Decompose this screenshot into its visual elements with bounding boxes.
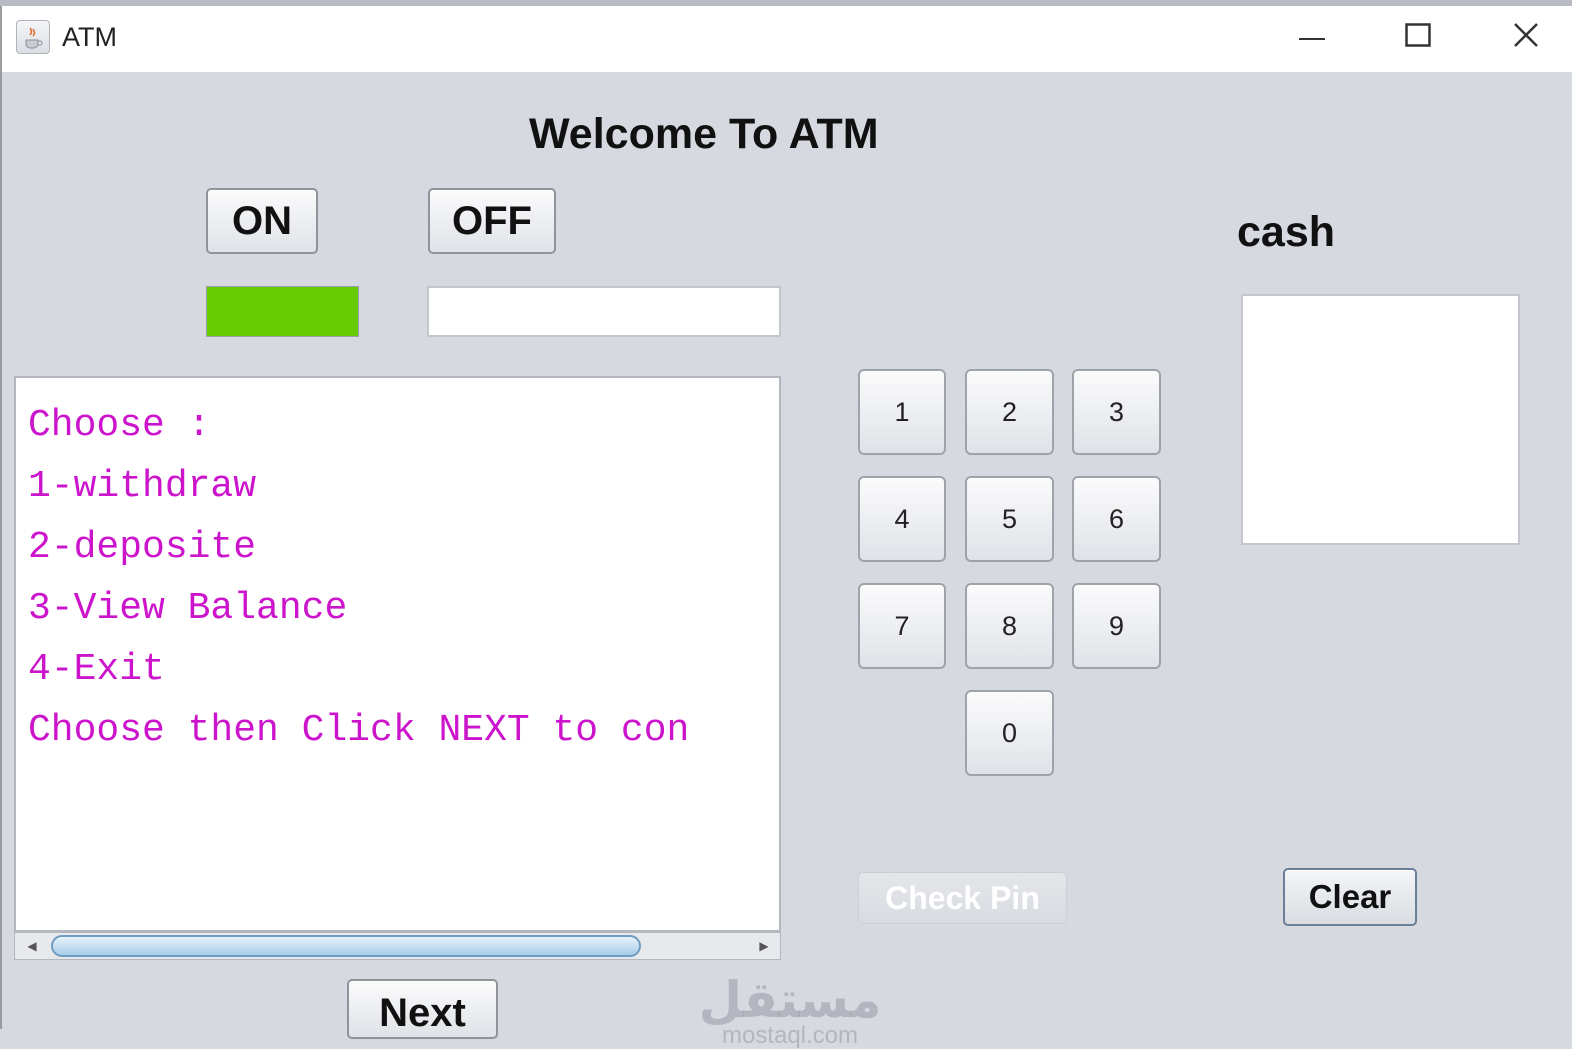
- watermark: مستقل mostaql.com: [690, 971, 890, 1049]
- horizontal-scrollbar[interactable]: ◀ ▶: [14, 932, 781, 960]
- page-title: Welcome To ATM: [529, 110, 879, 158]
- next-button[interactable]: Next: [347, 979, 498, 1039]
- on-button[interactable]: ON: [206, 188, 318, 254]
- atm-panel: Welcome To ATM ON OFF Choose : 1-withdraw…: [0, 72, 1572, 1049]
- keypad-key-2[interactable]: 2: [965, 369, 1054, 455]
- screen-line: 1-withdraw: [28, 465, 257, 508]
- pin-display-field[interactable]: [427, 286, 781, 337]
- scrollbar-thumb[interactable]: [51, 935, 641, 957]
- keypad-key-3[interactable]: 3: [1072, 369, 1161, 455]
- maximize-button[interactable]: [1388, 12, 1448, 62]
- title-bar[interactable]: ATM: [0, 6, 1572, 72]
- keypad-key-8[interactable]: 8: [965, 583, 1054, 669]
- keypad-key-5[interactable]: 5: [965, 476, 1054, 562]
- off-button[interactable]: OFF: [428, 188, 556, 254]
- screen-line: Choose :: [28, 404, 211, 447]
- close-icon: [1513, 22, 1539, 53]
- scroll-left-icon[interactable]: ◀: [21, 935, 43, 957]
- watermark-logo: مستقل: [698, 971, 882, 1029]
- keypad-key-4[interactable]: 4: [858, 476, 946, 562]
- window-title: ATM: [62, 22, 117, 52]
- screen-text: Choose : 1-withdraw 2-deposite 3-View Balan…: [28, 400, 689, 766]
- clear-button[interactable]: Clear: [1283, 868, 1417, 926]
- minimize-icon: [1299, 28, 1325, 46]
- atm-screen-textarea[interactable]: Choose : 1-withdraw 2-deposite 3-View Balan…: [14, 376, 781, 932]
- minimize-button[interactable]: [1282, 12, 1342, 62]
- cash-output-box: [1241, 294, 1520, 545]
- screen-line: 2-deposite: [28, 526, 257, 569]
- screen-line: 3-View Balance: [28, 587, 348, 630]
- keypad-key-9[interactable]: 9: [1072, 583, 1161, 669]
- screen-line: 4-Exit: [28, 648, 165, 691]
- keypad-key-6[interactable]: 6: [1072, 476, 1161, 562]
- check-pin-button[interactable]: Check Pin: [858, 872, 1067, 924]
- cash-label: cash: [1237, 208, 1336, 256]
- power-indicator: [206, 286, 359, 337]
- maximize-icon: [1405, 22, 1431, 52]
- screen-line: Choose then Click NEXT to con: [28, 709, 690, 752]
- close-button[interactable]: [1496, 12, 1556, 62]
- keypad-key-0[interactable]: 0: [965, 690, 1054, 776]
- scroll-right-icon[interactable]: ▶: [753, 935, 775, 957]
- keypad-key-7[interactable]: 7: [858, 583, 946, 669]
- keypad-key-1[interactable]: 1: [858, 369, 946, 455]
- java-cup-icon: [16, 20, 50, 54]
